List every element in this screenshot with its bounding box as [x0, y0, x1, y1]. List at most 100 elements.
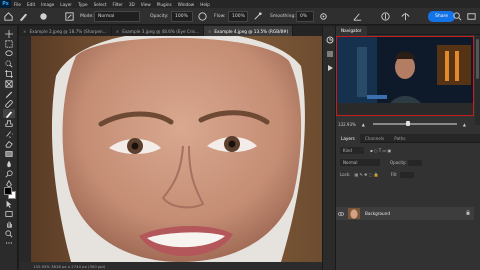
navigator-zoom: 132.93% ▲ ▲ — [338, 120, 474, 128]
layer-opacity-field[interactable] — [408, 159, 423, 166]
stamp-icon[interactable] — [3, 119, 15, 128]
menu-help[interactable]: Help — [197, 2, 213, 7]
zoom-out-icon[interactable]: ▲ — [362, 122, 365, 127]
zoom-slider-knob[interactable] — [406, 121, 411, 127]
angle-icon[interactable] — [352, 11, 363, 22]
menu-edit[interactable]: Edit — [24, 2, 38, 7]
smoothing-label: Smoothing: — [270, 14, 296, 19]
menu-3d[interactable]: 3D — [126, 2, 138, 7]
healing-icon[interactable] — [3, 99, 15, 108]
properties-icon[interactable] — [326, 50, 334, 58]
tab-layers[interactable]: Layers — [336, 133, 360, 143]
tab-navigator[interactable]: Navigator — [336, 25, 367, 35]
edit-toolbar-icon[interactable] — [3, 238, 15, 247]
marquee-icon[interactable] — [3, 39, 15, 48]
close-icon[interactable]: × — [116, 29, 120, 34]
flow-field[interactable]: 100% — [228, 11, 248, 22]
options-bar: Mode: Normal Opacity: 100% Flow: 100% Sm… — [0, 8, 480, 25]
navigator-preview[interactable] — [336, 36, 474, 116]
menu-type[interactable]: Type — [75, 2, 91, 7]
opacity-field[interactable]: 100% — [171, 11, 193, 22]
tab-example-4[interactable]: × Example 4.jpeg @ 13.5% (RGB/8#) — [203, 26, 294, 36]
filter-icons[interactable]: ▪ ○ T ▭ ▣ — [370, 148, 391, 153]
gradient-icon[interactable] — [3, 149, 15, 158]
right-panels: Navigator 132.93% ▲ ▲ Layers Channels Pa… — [336, 25, 480, 270]
blend-mode-select[interactable]: Normal — [340, 159, 380, 166]
layers-panel: Layers Channels Paths Kind ▪ ○ T ▭ ▣ Nor… — [336, 133, 480, 270]
history-icon[interactable] — [326, 36, 334, 44]
close-icon[interactable]: × — [23, 29, 27, 34]
tab-paths[interactable]: Paths — [389, 134, 410, 143]
flow-label: Flow: — [214, 14, 226, 19]
mode-select[interactable]: Normal — [94, 11, 140, 22]
menu-select[interactable]: Select — [91, 2, 110, 7]
smoothing-options-icon[interactable] — [318, 11, 329, 22]
play-icon[interactable] — [326, 64, 334, 72]
dodge-icon[interactable] — [3, 169, 15, 178]
hand-icon[interactable] — [3, 219, 15, 228]
search-icon[interactable] — [452, 11, 463, 22]
home-icon[interactable] — [3, 11, 14, 22]
path-select-icon[interactable] — [3, 199, 15, 208]
canvas-area[interactable] — [19, 36, 322, 262]
brush-preset-icon[interactable] — [18, 11, 29, 22]
foreground-color-swatch[interactable] — [4, 187, 12, 195]
menu-image[interactable]: Image — [38, 2, 57, 7]
layer-name: Background — [365, 211, 390, 216]
eye-icon[interactable] — [336, 211, 346, 216]
lasso-icon[interactable] — [3, 49, 15, 58]
symmetry-icon[interactable] — [400, 11, 411, 22]
panel-icon-strip — [322, 26, 336, 270]
history-brush-icon[interactable] — [3, 129, 15, 138]
tab-channels[interactable]: Channels — [360, 134, 389, 143]
document-tabs: × Example 2.jpeg @ 18.7% (Sharpen... × Exa… — [19, 26, 322, 36]
fill-field[interactable] — [399, 171, 414, 178]
airbrush-icon[interactable] — [252, 11, 263, 22]
lock-row: Lock: ▦ ✎ ✥ ⬚ 🔒 Fill: — [336, 170, 480, 179]
menu-plugins[interactable]: Plugins — [154, 2, 175, 7]
tab-label: Example 3.jpeg @ 48.6% (Eye Cris... — [122, 28, 199, 34]
lock-icons[interactable]: ▦ ✎ ✥ ⬚ 🔒 — [354, 172, 378, 177]
fill-label: Fill: — [390, 172, 398, 177]
mode-label: Mode: — [80, 14, 94, 19]
eyedropper-icon[interactable] — [3, 89, 15, 98]
brush-size-picker[interactable] — [38, 11, 49, 22]
tab-example-2[interactable]: × Example 2.jpeg @ 18.7% (Sharpen... — [19, 26, 112, 36]
panel-scrollbar[interactable] — [475, 35, 480, 125]
eraser-icon[interactable] — [3, 139, 15, 148]
zoom-in-icon[interactable]: ▲ — [463, 122, 466, 127]
filter-kind-select[interactable]: Kind — [340, 147, 364, 154]
pressure-opacity-icon[interactable] — [197, 11, 208, 22]
brush-icon[interactable] — [3, 109, 15, 118]
brush-settings-icon[interactable] — [64, 11, 75, 22]
quick-select-icon[interactable] — [3, 59, 15, 68]
menu-view[interactable]: View — [138, 2, 154, 7]
zoom-icon[interactable] — [3, 229, 15, 238]
zoom-slider[interactable] — [372, 121, 457, 127]
menu-window[interactable]: Window — [175, 2, 198, 7]
menu-file[interactable]: File — [11, 2, 24, 7]
move-icon[interactable] — [3, 29, 15, 38]
tab-example-3[interactable]: × Example 3.jpeg @ 48.6% (Eye Cris... — [112, 26, 204, 36]
lock-label: Lock: — [340, 172, 351, 177]
lock-icon — [466, 209, 470, 217]
workspace-icon[interactable] — [466, 11, 477, 22]
shape-icon[interactable] — [3, 209, 15, 218]
tab-label: Example 2.jpeg @ 18.7% (Sharpen... — [29, 28, 107, 34]
blur-icon[interactable] — [3, 159, 15, 168]
frame-icon[interactable] — [3, 79, 15, 88]
share-button[interactable]: Share — [428, 11, 455, 22]
layer-row[interactable]: Background — [336, 207, 474, 220]
crop-icon[interactable] — [3, 69, 15, 78]
smoothing-field[interactable]: 0% — [296, 11, 314, 22]
menu-filter[interactable]: Filter — [109, 2, 125, 7]
photoshop-logo[interactable]: Ps — [0, 0, 11, 8]
menu-layer[interactable]: Layer — [57, 2, 75, 7]
document-canvas[interactable] — [31, 36, 322, 262]
pressure-size-icon[interactable] — [380, 11, 391, 22]
layers-tabs: Layers Channels Paths — [336, 133, 480, 143]
zoom-percent[interactable]: 132.93% — [338, 122, 356, 127]
layer-filter-row: Kind ▪ ○ T ▭ ▣ — [336, 146, 480, 155]
color-swatches[interactable] — [3, 186, 17, 200]
close-icon[interactable]: × — [208, 29, 212, 34]
